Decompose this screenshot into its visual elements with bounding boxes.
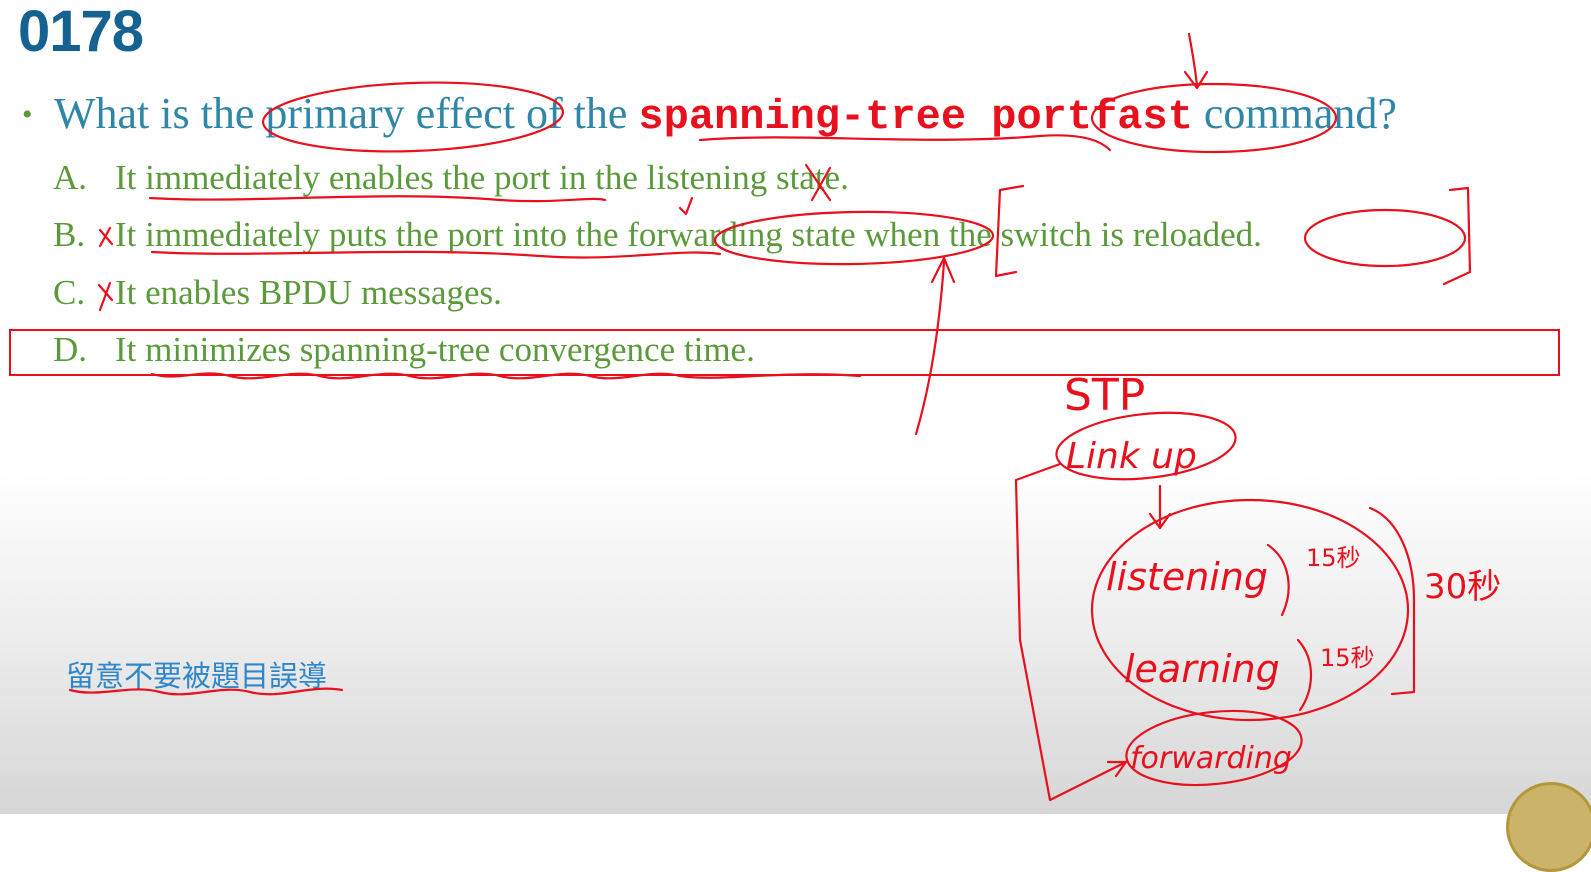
bracket-right <box>1442 186 1472 286</box>
option-c: C. It enables BPDU messages. <box>53 273 502 313</box>
option-letter: C. <box>53 273 86 312</box>
tick-mark <box>678 196 694 216</box>
option-text: It immediately puts the port into the fo… <box>115 215 1262 254</box>
bracket-15-a <box>1266 543 1290 617</box>
bracket-15-b <box>1296 638 1313 712</box>
question-bullet: • <box>22 98 33 131</box>
question: • What is the primary effect of the spann… <box>22 88 1397 141</box>
circle-forwarding <box>1125 709 1303 787</box>
listening-label: listening <box>1106 555 1268 599</box>
question-text-before: What is the primary effect of the <box>54 89 639 138</box>
arrow-to-portfast <box>1183 32 1209 90</box>
stp-label: STP <box>1064 370 1145 421</box>
option-letter: A. <box>53 158 88 197</box>
arrow-down <box>1148 484 1172 530</box>
learning-label: learning <box>1124 647 1280 691</box>
time-15-b-label: 15秒 <box>1320 644 1375 672</box>
forwarding-label: forwarding <box>1130 741 1292 776</box>
question-command: spanning-tree portfast <box>638 93 1193 141</box>
time-30-label: 30秒 <box>1424 567 1501 607</box>
option-text: It enables BPDU messages. <box>115 273 502 312</box>
option-b: B. It immediately puts the port into the … <box>53 215 1262 255</box>
circle-link-up <box>1055 411 1237 481</box>
logo-icon <box>1506 782 1591 872</box>
circle-states <box>1090 498 1410 722</box>
time-15-a-label: 15秒 <box>1306 544 1361 572</box>
bracket-30 <box>1368 506 1416 696</box>
question-text-after: command? <box>1192 89 1397 138</box>
note-text: 留意不要被題目誤導 <box>66 659 328 693</box>
circle-reloaded <box>1303 208 1467 268</box>
link-up-label: Link up <box>1066 436 1197 477</box>
loop-arrow <box>1014 462 1128 802</box>
option-letter: B. <box>53 215 86 254</box>
option-a: A. It immediately enables the port in the… <box>53 158 849 198</box>
slide-number: 0178 <box>18 0 144 64</box>
option-text: It immediately enables the port in the l… <box>115 158 849 197</box>
correct-answer-highlight <box>9 329 1560 376</box>
